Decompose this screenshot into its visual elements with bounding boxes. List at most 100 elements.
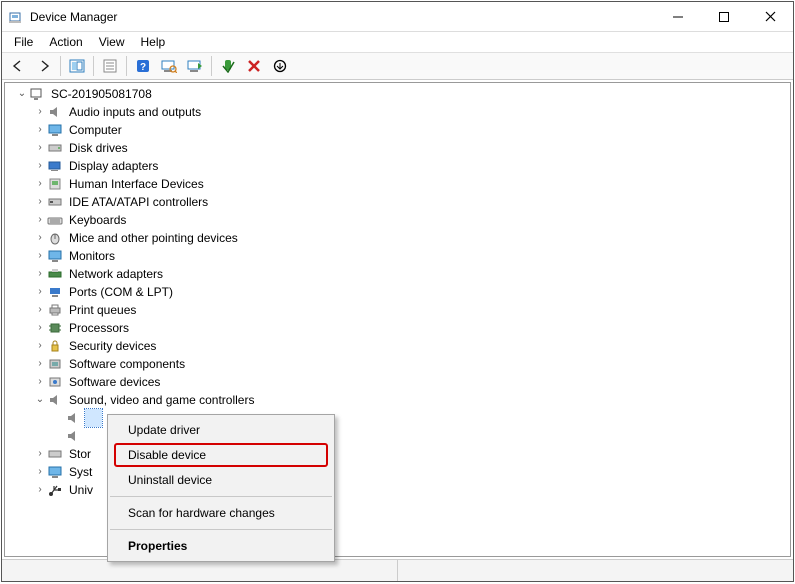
help-button[interactable]: ? [131, 55, 155, 77]
system-icon [47, 464, 63, 480]
update-driver-button[interactable] [183, 55, 207, 77]
statusbar [2, 559, 793, 581]
tree-item-processors[interactable]: › Processors [5, 319, 790, 337]
speaker-icon [47, 392, 63, 408]
expand-icon[interactable]: › [33, 121, 47, 139]
expand-icon[interactable]: › [33, 463, 47, 481]
tree-item-swcomponents[interactable]: › Software components [5, 355, 790, 373]
expand-icon[interactable]: › [33, 157, 47, 175]
tree-root[interactable]: ⌄ SC-201905081708 [5, 85, 790, 103]
tree-item-network[interactable]: › Network adapters [5, 265, 790, 283]
expand-icon[interactable]: › [33, 283, 47, 301]
separator [93, 56, 94, 76]
toolbar: ? [2, 52, 793, 80]
cpu-icon [47, 320, 63, 336]
menu-action[interactable]: Action [41, 33, 90, 51]
mouse-icon [47, 230, 63, 246]
menu-separator [110, 496, 332, 497]
expand-icon[interactable]: › [33, 103, 47, 121]
swdevice-icon [47, 374, 63, 390]
selected-device-label [85, 409, 102, 427]
port-icon [47, 284, 63, 300]
display-adapter-icon [47, 158, 63, 174]
status-segment [2, 560, 398, 581]
security-icon [47, 338, 63, 354]
tree-root-label: SC-201905081708 [49, 85, 154, 103]
disk-icon [47, 140, 63, 156]
minimize-button[interactable] [655, 2, 701, 31]
svg-text:?: ? [140, 62, 146, 73]
speaker-icon [65, 428, 81, 444]
titlebar: Device Manager [2, 2, 793, 32]
tree-item-security[interactable]: › Security devices [5, 337, 790, 355]
window-controls [655, 2, 793, 31]
expand-icon[interactable]: › [33, 355, 47, 373]
show-hide-tree-button[interactable] [65, 55, 89, 77]
expand-icon[interactable]: › [33, 247, 47, 265]
network-icon [47, 266, 63, 282]
status-segment [398, 560, 794, 581]
menubar: File Action View Help [2, 32, 793, 52]
expand-icon[interactable]: › [33, 337, 47, 355]
menu-properties[interactable]: Properties [108, 533, 334, 559]
tree-item-mice[interactable]: › Mice and other pointing devices [5, 229, 790, 247]
expand-icon[interactable]: › [33, 481, 47, 499]
expand-icon[interactable]: › [33, 175, 47, 193]
tree-item-audio[interactable]: › Audio inputs and outputs [5, 103, 790, 121]
menu-file[interactable]: File [6, 33, 41, 51]
forward-button[interactable] [32, 55, 56, 77]
back-button[interactable] [6, 55, 30, 77]
expand-icon[interactable]: › [33, 139, 47, 157]
expand-icon[interactable]: › [33, 229, 47, 247]
tree-item-sound[interactable]: ⌄ Sound, video and game controllers [5, 391, 790, 409]
monitor-icon [47, 122, 63, 138]
expand-icon[interactable]: › [33, 373, 47, 391]
computer-root-icon [29, 86, 45, 102]
collapse-icon[interactable]: ⌄ [33, 391, 47, 409]
separator [60, 56, 61, 76]
device-manager-window: Device Manager File Action View Help [1, 1, 794, 582]
menu-scan-hardware[interactable]: Scan for hardware changes [108, 500, 334, 526]
component-icon [47, 356, 63, 372]
speaker-icon [47, 104, 63, 120]
menu-help[interactable]: Help [133, 33, 174, 51]
tree-item-printqueues[interactable]: › Print queues [5, 301, 790, 319]
tree-item-ports[interactable]: › Ports (COM & LPT) [5, 283, 790, 301]
scan-hardware-button[interactable] [157, 55, 181, 77]
enable-device-button[interactable] [216, 55, 240, 77]
tree-item-hid[interactable]: › Human Interface Devices [5, 175, 790, 193]
expand-icon[interactable]: › [33, 301, 47, 319]
storage-icon [47, 446, 63, 462]
close-button[interactable] [747, 2, 793, 31]
menu-separator [110, 529, 332, 530]
tree-item-computer[interactable]: › Computer [5, 121, 790, 139]
tree-item-display[interactable]: › Display adapters [5, 157, 790, 175]
tree-item-disk[interactable]: › Disk drives [5, 139, 790, 157]
printer-icon [47, 302, 63, 318]
menu-update-driver[interactable]: Update driver [108, 417, 334, 443]
hid-icon [47, 176, 63, 192]
tree-item-swdevices[interactable]: › Software devices [5, 373, 790, 391]
app-icon [8, 9, 24, 25]
tree-item-monitors[interactable]: › Monitors [5, 247, 790, 265]
tree-item-keyboards[interactable]: › Keyboards [5, 211, 790, 229]
collapse-icon[interactable]: ⌄ [15, 85, 29, 103]
context-menu: Update driver Disable device Uninstall d… [107, 414, 335, 562]
tree-item-ide[interactable]: › IDE ATA/ATAPI controllers [5, 193, 790, 211]
properties-button[interactable] [98, 55, 122, 77]
maximize-button[interactable] [701, 2, 747, 31]
menu-disable-device[interactable]: Disable device [114, 443, 328, 467]
expand-icon[interactable]: › [33, 319, 47, 337]
expand-icon[interactable]: › [33, 445, 47, 463]
expand-icon[interactable]: › [33, 193, 47, 211]
uninstall-device-button[interactable] [242, 55, 266, 77]
separator [211, 56, 212, 76]
controller-icon [47, 194, 63, 210]
expand-icon[interactable]: › [33, 265, 47, 283]
disable-device-button[interactable] [268, 55, 292, 77]
monitor-icon [47, 248, 63, 264]
expand-icon[interactable]: › [33, 211, 47, 229]
menu-view[interactable]: View [91, 33, 133, 51]
window-title: Device Manager [30, 10, 655, 24]
menu-uninstall-device[interactable]: Uninstall device [108, 467, 334, 493]
